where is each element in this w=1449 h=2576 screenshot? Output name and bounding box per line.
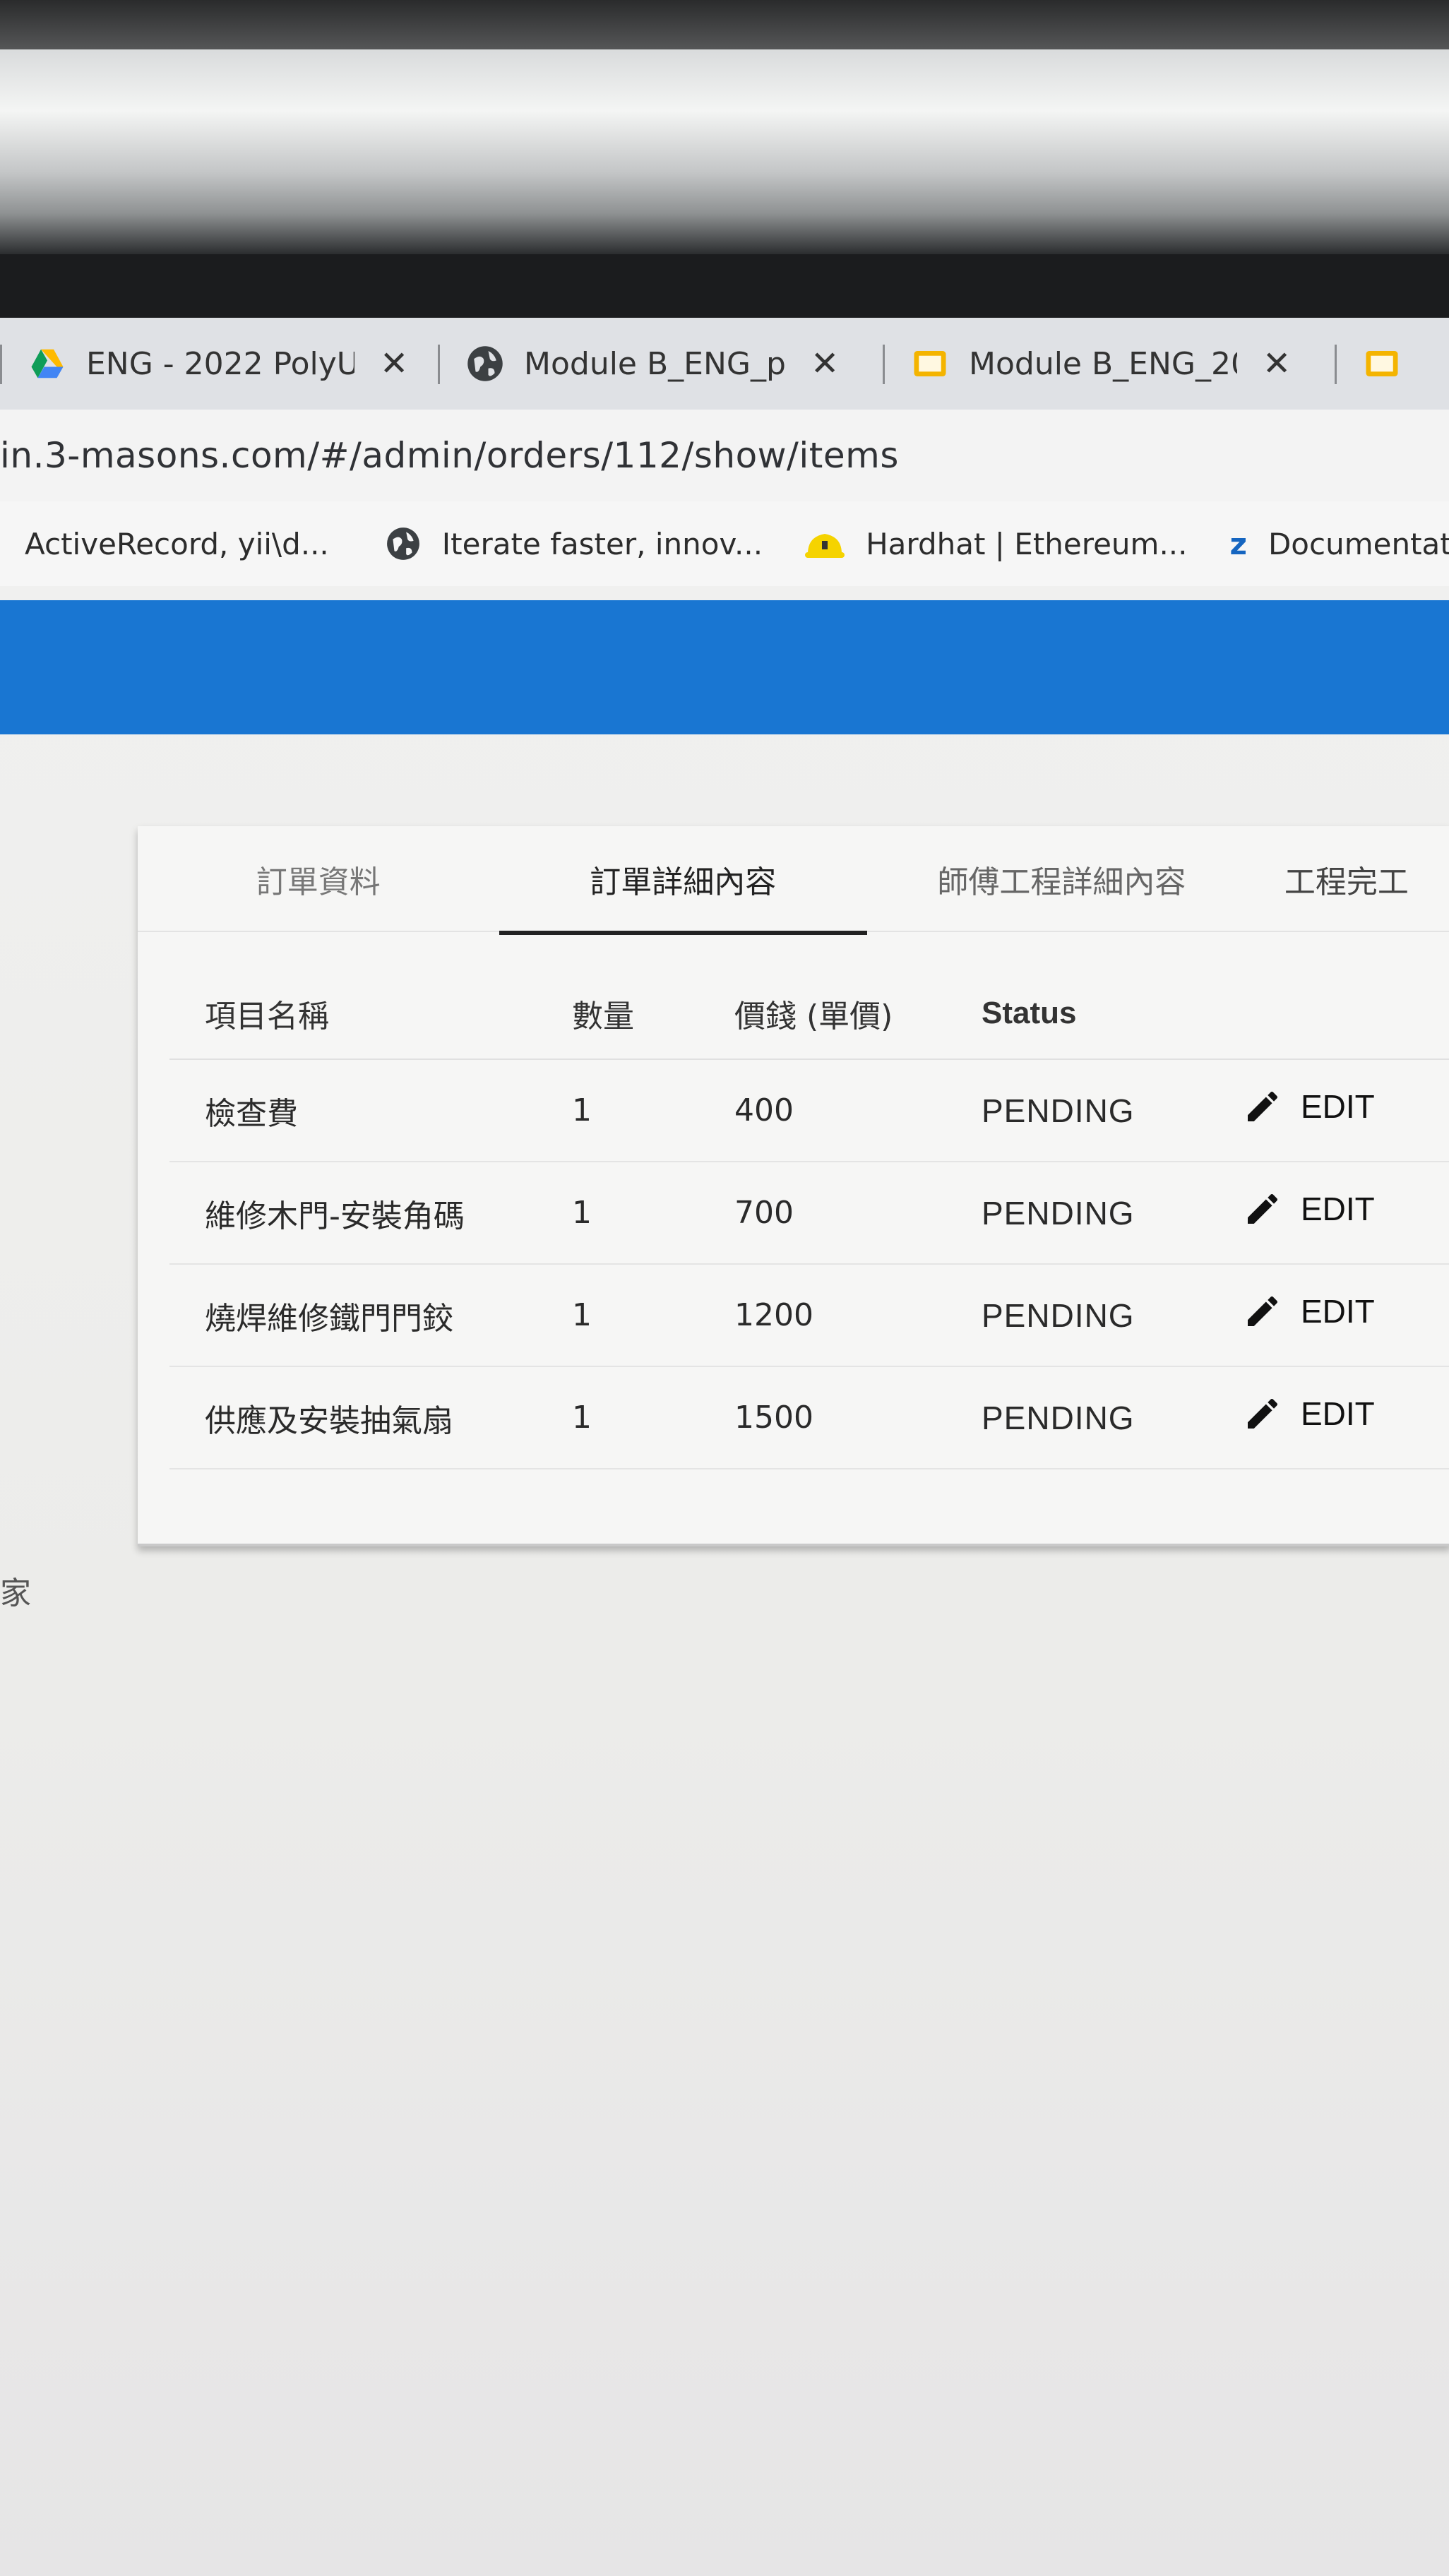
screen: ENG - 2022 PolyU ✕ Module B_ENG_p4 ✕ Mod… (0, 318, 1449, 2576)
hardhat-icon (805, 534, 845, 558)
tab-title: Module B_ENG_20 (969, 345, 1237, 382)
column-header-name: 項目名稱 (169, 967, 537, 1060)
bookmark-item[interactable]: z Documentation (1230, 527, 1449, 561)
google-drive-icon (31, 349, 64, 378)
pencil-icon (1248, 1193, 1278, 1224)
table-row: 維修木門-安裝角碼 1 700 PENDING EDIT (169, 1162, 1449, 1265)
browser-tab[interactable]: C (1335, 318, 1449, 410)
edit-button-label: EDIT (1301, 1191, 1375, 1227)
edit-button[interactable]: EDIT (1243, 1087, 1375, 1126)
item-status: PENDING (946, 1059, 1208, 1162)
bookmarks-bar: ActiveRecord, yii\d... Iterate faster, i… (0, 501, 1449, 586)
globe-icon (467, 346, 503, 381)
tab-job-completion[interactable]: 工程完工 (1256, 826, 1449, 932)
column-header-qty: 數量 (537, 967, 699, 1060)
bookmark-label: Hardhat | Ethereum... (866, 526, 1188, 561)
item-name: 燒焊維修鐵門門鉸 (169, 1264, 537, 1367)
monitor-frame (0, 49, 1449, 254)
item-name: 維修木門-安裝角碼 (169, 1162, 537, 1265)
table-row: 燒焊維修鐵門門鉸 1 1200 PENDING EDIT (169, 1264, 1449, 1367)
column-header-status: Status (946, 967, 1208, 1060)
close-icon[interactable]: ✕ (380, 344, 408, 383)
item-qty: 1 (537, 1162, 699, 1265)
pencil-icon (1248, 1091, 1278, 1121)
edit-button-label: EDIT (1301, 1293, 1375, 1330)
item-status: PENDING (946, 1264, 1208, 1367)
item-name: 供應及安裝抽氣扇 (169, 1366, 537, 1469)
item-status: PENDING (946, 1366, 1208, 1469)
item-actions: EDIT (1208, 1162, 1449, 1265)
item-price: 700 (699, 1162, 946, 1265)
item-price: 1200 (699, 1264, 946, 1367)
item-actions: EDIT (1208, 1059, 1449, 1162)
item-qty: 1 (537, 1059, 699, 1162)
edit-button[interactable]: EDIT (1243, 1292, 1375, 1331)
close-icon[interactable]: ✕ (811, 344, 839, 383)
bookmark-item[interactable]: Iterate faster, innov... (386, 526, 763, 561)
bookmark-item[interactable]: ActiveRecord, yii\d... (25, 527, 329, 561)
item-qty: 1 (537, 1366, 699, 1469)
browser-tab[interactable]: Module B_ENG_20 ✕ (883, 318, 1335, 410)
item-name: 檢查費 (169, 1059, 537, 1162)
screen-edge (0, 254, 1449, 318)
order-detail-card: 訂單資料 訂單詳細內容 師傅工程詳細內容 工程完工 項目名稱 數量 價錢 (單價… (138, 826, 1449, 1546)
pencil-icon (1248, 1296, 1278, 1326)
monitor-bezel (0, 0, 1449, 49)
table-row: 檢查費 1 400 PENDING EDIT (169, 1059, 1449, 1162)
app-bar (0, 600, 1449, 734)
tab-order-info[interactable]: 訂單資料 (138, 826, 499, 932)
item-status: PENDING (946, 1162, 1208, 1265)
pencil-icon (1248, 1398, 1278, 1429)
globe-icon (386, 527, 419, 560)
column-header-price: 價錢 (單價) (699, 967, 946, 1060)
table-header-row: 項目名稱 數量 價錢 (單價) Status (169, 967, 1449, 1060)
tab-title: Module B_ENG_p4 (524, 345, 785, 382)
tab-title: ENG - 2022 PolyU (86, 345, 354, 382)
order-items-table: 項目名稱 數量 價錢 (單價) Status 檢查費 1 400 PENDING (169, 967, 1449, 1469)
bookmark-label: Iterate faster, innov... (441, 526, 763, 561)
z-icon: z (1229, 526, 1247, 561)
close-icon[interactable]: ✕ (1263, 344, 1291, 383)
item-price: 400 (699, 1059, 946, 1162)
table-row: 供應及安裝抽氣扇 1 1500 PENDING EDIT (169, 1366, 1449, 1469)
browser-tab[interactable]: ENG - 2022 PolyU ✕ (0, 318, 438, 410)
slides-icon (914, 351, 946, 376)
tab-worker-job-details[interactable]: 師傅工程詳細內容 (867, 826, 1256, 932)
edit-button[interactable]: EDIT (1243, 1394, 1375, 1433)
slides-icon (1366, 351, 1398, 376)
url-text[interactable]: in.3-masons.com/#/admin/orders/112/show/… (0, 435, 899, 476)
column-header-actions (1208, 967, 1449, 1060)
bookmark-label: Documentation (1268, 526, 1449, 561)
item-price: 1500 (699, 1366, 946, 1469)
edit-button-label: EDIT (1301, 1088, 1375, 1125)
item-actions: EDIT (1208, 1366, 1449, 1469)
browser-tab-strip: ENG - 2022 PolyU ✕ Module B_ENG_p4 ✕ Mod… (0, 318, 1449, 410)
item-qty: 1 (537, 1264, 699, 1367)
bookmark-item[interactable]: Hardhat | Ethereum... (805, 526, 1188, 561)
tab-order-details[interactable]: 訂單詳細內容 (499, 826, 868, 935)
edit-button[interactable]: EDIT (1243, 1189, 1375, 1229)
sidebar-fragment-text: 家 (0, 1575, 31, 1611)
browser-tab[interactable]: Module B_ENG_p4 ✕ (438, 318, 883, 410)
item-actions: EDIT (1208, 1264, 1449, 1367)
address-bar[interactable]: in.3-masons.com/#/admin/orders/112/show/… (0, 410, 1449, 501)
edit-button-label: EDIT (1301, 1395, 1375, 1432)
detail-tabs: 訂單資料 訂單詳細內容 師傅工程詳細內容 工程完工 (138, 826, 1449, 935)
bookmark-label: ActiveRecord, yii\d... (25, 526, 329, 561)
